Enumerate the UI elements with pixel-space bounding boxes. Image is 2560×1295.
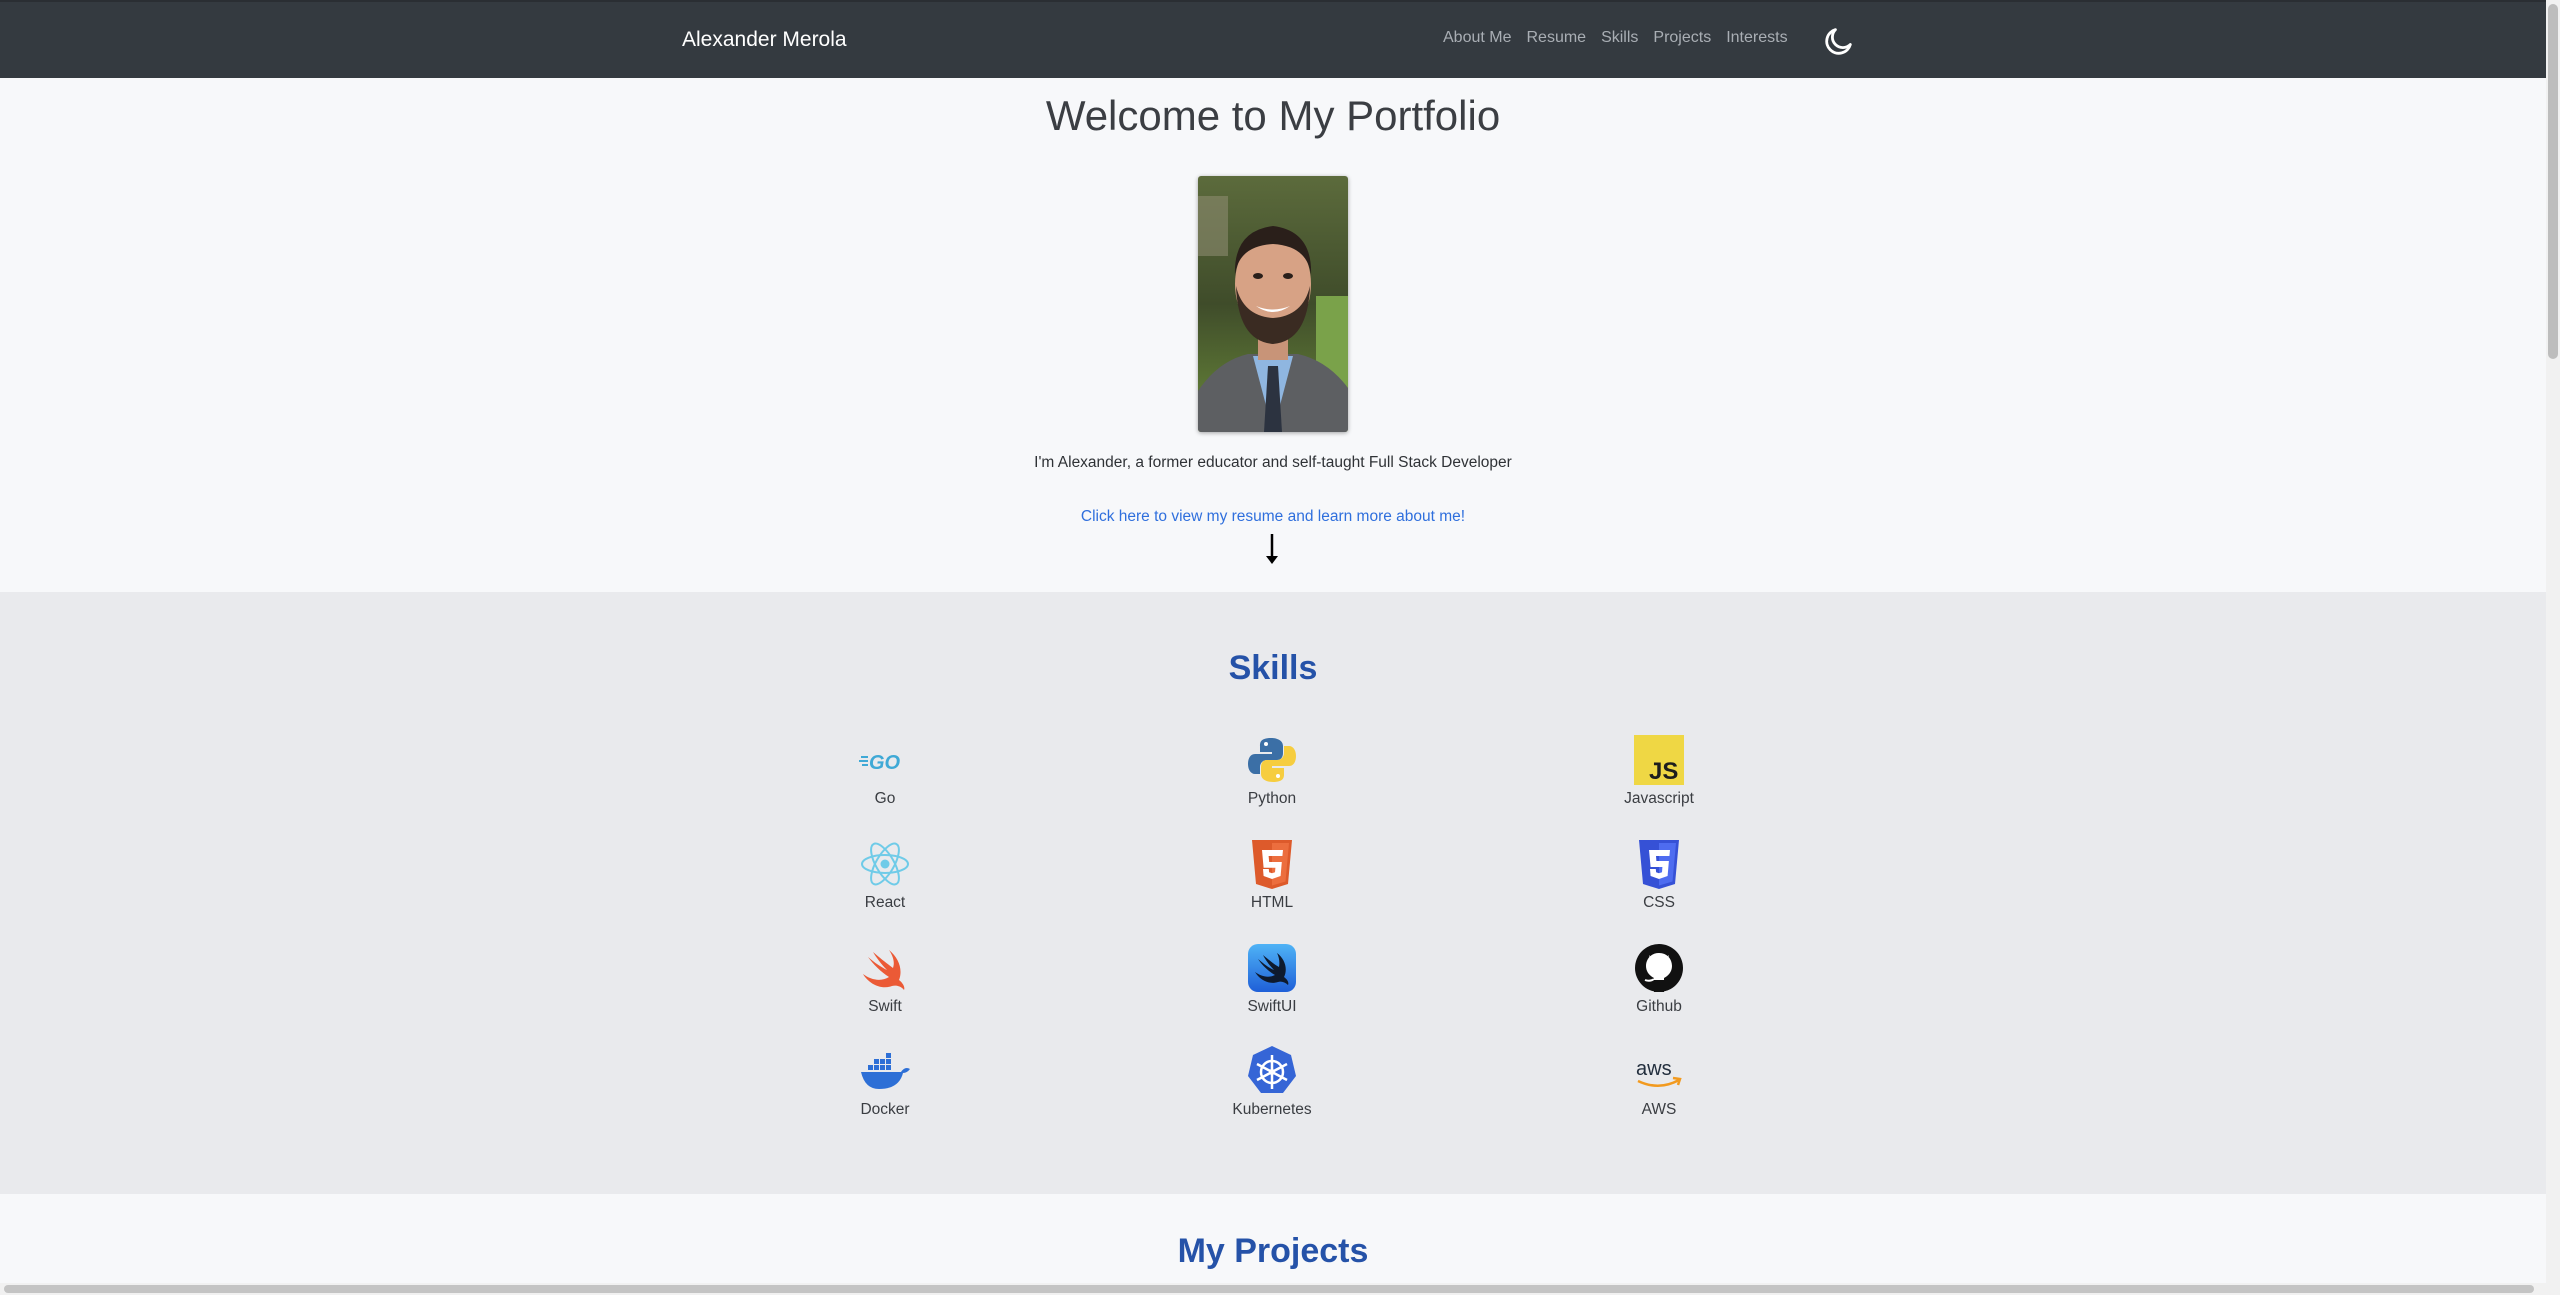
react-icon: [861, 842, 909, 886]
html5-icon: [1252, 840, 1292, 889]
skill-docker: Docker: [785, 1045, 985, 1119]
vertical-scrollbar-thumb[interactable]: [2548, 4, 2558, 359]
nav-link-skills[interactable]: Skills: [1601, 29, 1638, 47]
arrow-down-icon[interactable]: [1262, 532, 1282, 566]
nav-link-projects[interactable]: Projects: [1653, 29, 1711, 47]
skill-javascript: JS Javascript: [1559, 734, 1759, 808]
skill-label: Javascript: [1624, 790, 1694, 807]
nav-link-about-me[interactable]: About Me: [1443, 29, 1511, 47]
brand-name[interactable]: Alexander Merola: [682, 28, 847, 52]
python-icon: [1248, 738, 1296, 782]
nav-links: About Me Resume Skills Projects Interest…: [1443, 29, 1803, 47]
css3-icon: [1639, 840, 1679, 889]
moon-icon[interactable]: [1822, 24, 1856, 58]
skill-css: CSS: [1559, 838, 1759, 912]
skill-go: GO Go: [785, 734, 985, 808]
skill-label: Swift: [868, 998, 902, 1015]
skill-label: CSS: [1643, 894, 1675, 911]
resume-link[interactable]: Click here to view my resume and learn m…: [0, 508, 2546, 526]
skills-title: Skills: [1228, 649, 1318, 687]
tagline: I'm Alexander, a former educator and sel…: [1034, 454, 1512, 471]
nav-link-interests[interactable]: Interests: [1726, 29, 1787, 47]
skill-label: HTML: [1250, 894, 1294, 911]
page-title: Welcome to My Portfolio: [1045, 92, 1501, 139]
hero-section: Welcome to My Portfolio I'm Alexander, a…: [0, 78, 2546, 592]
skill-label: Github: [1636, 998, 1682, 1015]
projects-title: My Projects: [1177, 1232, 1369, 1270]
swift-icon: [863, 950, 905, 990]
go-icon: GO: [859, 752, 901, 774]
skill-label: Python: [1247, 790, 1297, 807]
docker-icon: [861, 1053, 910, 1089]
skill-label: SwiftUI: [1247, 998, 1297, 1015]
skill-label: AWS: [1641, 1101, 1677, 1118]
skill-label: Kubernetes: [1232, 1101, 1312, 1118]
svg-text:GO: GO: [869, 752, 901, 774]
skill-react: React: [785, 838, 985, 912]
projects-section: My Projects: [0, 1194, 2546, 1295]
nav-link-resume[interactable]: Resume: [1526, 29, 1586, 47]
kubernetes-icon: [1248, 1046, 1296, 1093]
skill-kubernetes: Kubernetes: [1172, 1045, 1372, 1119]
skills-section: Skills GO Go Python JS Javascript React …: [0, 592, 2546, 1194]
skill-label: React: [864, 894, 906, 911]
skill-html: HTML: [1172, 838, 1372, 912]
skill-label: Go: [874, 790, 896, 807]
skill-swiftui: SwiftUI: [1172, 942, 1372, 1016]
javascript-icon: JS: [1634, 735, 1684, 785]
vertical-scrollbar[interactable]: [2546, 0, 2560, 1295]
svg-text:aws: aws: [1636, 1058, 1672, 1080]
skill-aws: aws AWS: [1559, 1045, 1759, 1119]
horizontal-scrollbar[interactable]: [0, 1283, 2546, 1295]
svg-text:JS: JS: [1649, 758, 1678, 785]
swiftui-icon: [1248, 944, 1296, 992]
aws-icon: aws: [1636, 1058, 1682, 1087]
skill-github: Github: [1559, 942, 1759, 1016]
skill-label: Docker: [860, 1101, 910, 1118]
github-icon: [1635, 944, 1683, 992]
navbar: Alexander Merola About Me Resume Skills …: [0, 0, 2546, 78]
skill-swift: Swift: [785, 942, 985, 1016]
profile-photo: [1198, 176, 1348, 432]
skill-python: Python: [1172, 734, 1372, 808]
horizontal-scrollbar-thumb[interactable]: [4, 1285, 2534, 1293]
